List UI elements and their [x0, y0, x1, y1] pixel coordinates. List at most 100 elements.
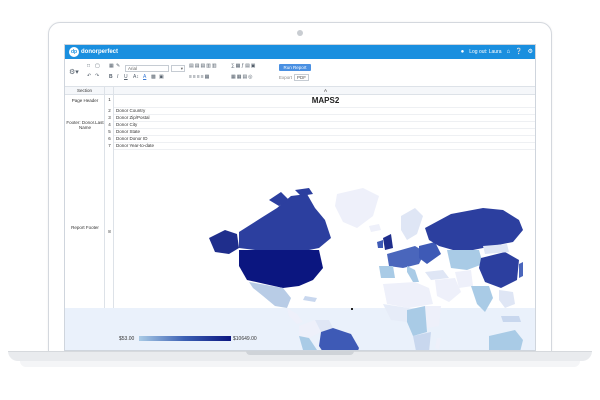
align-tools[interactable]: ≡≡≡≡▦ — [189, 74, 210, 81]
report-designer: Section A Page Header Footer: Donor.Last… — [65, 87, 535, 350]
save-icon[interactable]: □ — [87, 63, 90, 70]
italic-icon[interactable]: I — [117, 74, 118, 81]
region-india — [471, 286, 493, 312]
field-donor-ytd[interactable]: Donor Year-to-date — [116, 142, 154, 149]
region-australia — [489, 330, 523, 350]
redo-icon[interactable]: ↷ — [95, 73, 99, 80]
region-turkey — [425, 270, 449, 280]
row-divider — [114, 149, 535, 150]
top-bar: dp donorperfect ● Log out: Laura ⌂ ❔ ⚙ — [65, 45, 535, 59]
app-screen: dp donorperfect ● Log out: Laura ⌂ ❔ ⚙ ⚙… — [64, 44, 536, 351]
laptop-notch — [246, 351, 354, 355]
region-japan — [519, 262, 523, 278]
row-number: 6 — [108, 136, 111, 141]
page-header-label: Page Header — [71, 98, 99, 103]
region-russia — [425, 208, 523, 250]
table-icon[interactable]: ▦ — [109, 63, 114, 70]
legend-max-label: $10649.00 — [233, 336, 257, 342]
pencil-icon[interactable]: ✎ — [116, 63, 120, 70]
logout-link[interactable]: Log out: Laura — [469, 49, 501, 55]
region-southeast-asia — [499, 290, 515, 308]
bold-icon[interactable]: B — [109, 74, 113, 81]
region-peru — [299, 336, 317, 350]
region-middle-east — [435, 278, 461, 302]
row-number: 1 — [108, 97, 111, 102]
world-choropleth-map[interactable] — [203, 188, 523, 351]
laptop-base-shadow — [20, 361, 580, 367]
legend-min-label: $53.00 — [119, 336, 135, 342]
report-footer-label: Report Footer — [71, 225, 99, 230]
underline-icon[interactable]: U — [124, 74, 128, 81]
row-divider — [114, 135, 535, 136]
settings-icon[interactable]: ⚙ — [528, 47, 533, 57]
row-divider — [114, 107, 535, 108]
top-bar-actions: ● Log out: Laura ⌂ ❔ ⚙ — [461, 47, 533, 57]
font-select[interactable]: Arial — [125, 65, 169, 72]
field-donor-city[interactable]: Donor City — [116, 121, 137, 128]
column-a-header[interactable]: A — [114, 87, 535, 95]
region-italy — [407, 266, 419, 282]
row-divider — [114, 114, 535, 115]
row-number: 2 — [108, 108, 111, 113]
clear-icon[interactable]: ▢ — [95, 63, 100, 70]
region-canada — [239, 194, 331, 252]
region-east-africa — [425, 306, 441, 328]
brand-badge: dp — [69, 47, 79, 57]
row-number: 5 — [108, 129, 111, 134]
region-china — [479, 252, 519, 288]
region-central-africa — [407, 306, 427, 336]
region-iceland — [369, 224, 381, 232]
font-size-icon[interactable]: A↕ — [133, 74, 139, 81]
camera-dot — [297, 30, 303, 36]
highlight-icon[interactable]: ▩ — [151, 74, 156, 81]
region-antarctic-dot — [351, 308, 353, 310]
run-report-button[interactable]: Run Report — [279, 64, 311, 71]
export-label: Export — [279, 75, 293, 80]
field-donor-id[interactable]: Donor Donor ID — [116, 135, 148, 142]
region-bolivia — [313, 350, 327, 351]
row-number: 8 — [108, 229, 111, 234]
row-divider — [114, 121, 535, 122]
region-central-asia — [447, 250, 483, 270]
region-north-africa — [383, 282, 433, 308]
report-title[interactable]: MAPS2 — [114, 95, 535, 107]
region-indonesia — [501, 316, 521, 322]
region-central-america — [287, 308, 303, 324]
row-number: 7 — [108, 143, 111, 148]
field-donor-state[interactable]: Donor State — [116, 128, 140, 135]
size-select[interactable]: ▾ — [171, 65, 185, 72]
region-brazil — [319, 328, 359, 350]
gear-icon[interactable]: ⚙▾ — [69, 69, 79, 76]
user-icon: ● — [460, 49, 465, 55]
export-format-select[interactable]: PDF — [294, 74, 310, 81]
field-donor-zip[interactable]: Donor Zip/Postal — [116, 114, 150, 121]
region-greenland — [335, 188, 379, 228]
footer-section-label: Footer: Donor.Last Name — [66, 120, 104, 130]
chart-tools[interactable]: ∑▦ƒ▤▣ — [231, 63, 257, 70]
undo-icon[interactable]: ↶ — [87, 73, 91, 80]
region-madagascar — [435, 338, 441, 350]
legend-gradient-bar — [139, 336, 231, 341]
brand-name: donorperfect — [81, 49, 119, 55]
font-color-icon[interactable]: A — [143, 74, 146, 81]
region-scandinavia — [401, 208, 423, 240]
insert-tools[interactable]: ▤▤▤▥▥ — [189, 63, 218, 70]
region-ireland — [377, 240, 383, 248]
region-caribbean — [303, 296, 317, 302]
row-number: 4 — [108, 122, 111, 127]
region-usa — [239, 250, 323, 288]
field-donor-country[interactable]: Donor Country — [116, 107, 145, 114]
help-icon[interactable]: ❔ — [515, 47, 522, 57]
region-iberia — [379, 266, 395, 278]
section-column-header: Section — [65, 87, 105, 95]
region-eastern-europe — [419, 242, 441, 264]
export-control: Export PDF — [279, 74, 310, 81]
number-column-header — [105, 87, 114, 95]
home-icon[interactable]: ⌂ — [507, 47, 511, 57]
row-divider — [114, 128, 535, 129]
region-alaska — [209, 230, 239, 254]
brand-logo[interactable]: dp donorperfect — [69, 47, 118, 57]
report-toolbar: ⚙▾ □ ▢ ↶ ↷ ▦ ✎ Arial ▾ B I U A↕ A ▩ ▣ ▤▤… — [65, 59, 535, 87]
format-icon[interactable]: ▣ — [159, 74, 164, 81]
cell-tools[interactable]: ▦▦▤◎ — [231, 74, 254, 81]
